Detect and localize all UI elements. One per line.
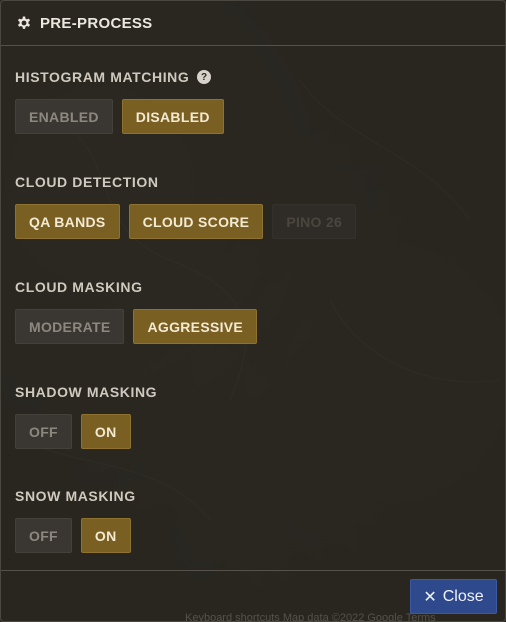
gear-icon: [16, 15, 32, 31]
close-icon: ✕: [423, 588, 437, 606]
shadow-off-button[interactable]: OFF: [15, 414, 72, 449]
cloud-masking-section: CLOUD MASKING MODERATE AGGRESSIVE: [15, 279, 258, 344]
qa-bands-button[interactable]: QA BANDS: [15, 204, 120, 239]
pre-process-panel: PRE-PROCESS HISTOGRAM MATCHING ? ENABLED…: [0, 0, 506, 622]
shadow-on-button[interactable]: ON: [80, 414, 131, 449]
cloud-detection-label: CLOUD DETECTION: [15, 174, 159, 190]
histogram-matching-label: HISTOGRAM MATCHING ?: [15, 69, 224, 85]
shadow-masking-label: SHADOW MASKING: [15, 384, 158, 400]
cloud-detection-options: QA BANDS CLOUD SCORE PINO 26: [15, 204, 357, 239]
histogram-options: ENABLED DISABLED: [15, 99, 224, 134]
cloud-masking-label: CLOUD MASKING: [15, 279, 143, 295]
aggressive-button[interactable]: AGGRESSIVE: [133, 309, 258, 344]
panel-title: PRE-PROCESS: [40, 14, 153, 32]
panel-header: PRE-PROCESS: [1, 1, 505, 46]
enabled-button[interactable]: ENABLED: [15, 99, 113, 134]
moderate-button[interactable]: MODERATE: [15, 309, 125, 344]
cloud-masking-options: MODERATE AGGRESSIVE: [15, 309, 258, 344]
snow-masking-label: SNOW MASKING: [15, 488, 136, 504]
disabled-button[interactable]: DISABLED: [121, 99, 224, 134]
section-label-text: HISTOGRAM MATCHING: [15, 69, 190, 85]
pino-26-button: PINO 26: [272, 204, 357, 239]
shadow-masking-section: SHADOW MASKING OFF ON: [15, 384, 157, 449]
footer-divider: [1, 570, 505, 571]
map-attribution: Keyboard shortcuts Map data ©2022 Google…: [185, 612, 436, 622]
snow-masking-section: SNOW MASKING OFF ON: [15, 488, 136, 553]
shadow-masking-options: OFF ON: [15, 414, 157, 449]
close-label: Close: [442, 587, 484, 605]
close-button[interactable]: ✕ Close: [410, 579, 497, 614]
snow-masking-options: OFF ON: [15, 518, 136, 553]
snow-off-button[interactable]: OFF: [15, 518, 72, 553]
snow-on-button[interactable]: ON: [80, 518, 131, 553]
histogram-matching-section: HISTOGRAM MATCHING ? ENABLED DISABLED: [15, 69, 224, 134]
cloud-detection-section: CLOUD DETECTION QA BANDS CLOUD SCORE PIN…: [15, 174, 357, 239]
help-icon[interactable]: ?: [197, 70, 212, 84]
cloud-score-button[interactable]: CLOUD SCORE: [128, 204, 264, 239]
